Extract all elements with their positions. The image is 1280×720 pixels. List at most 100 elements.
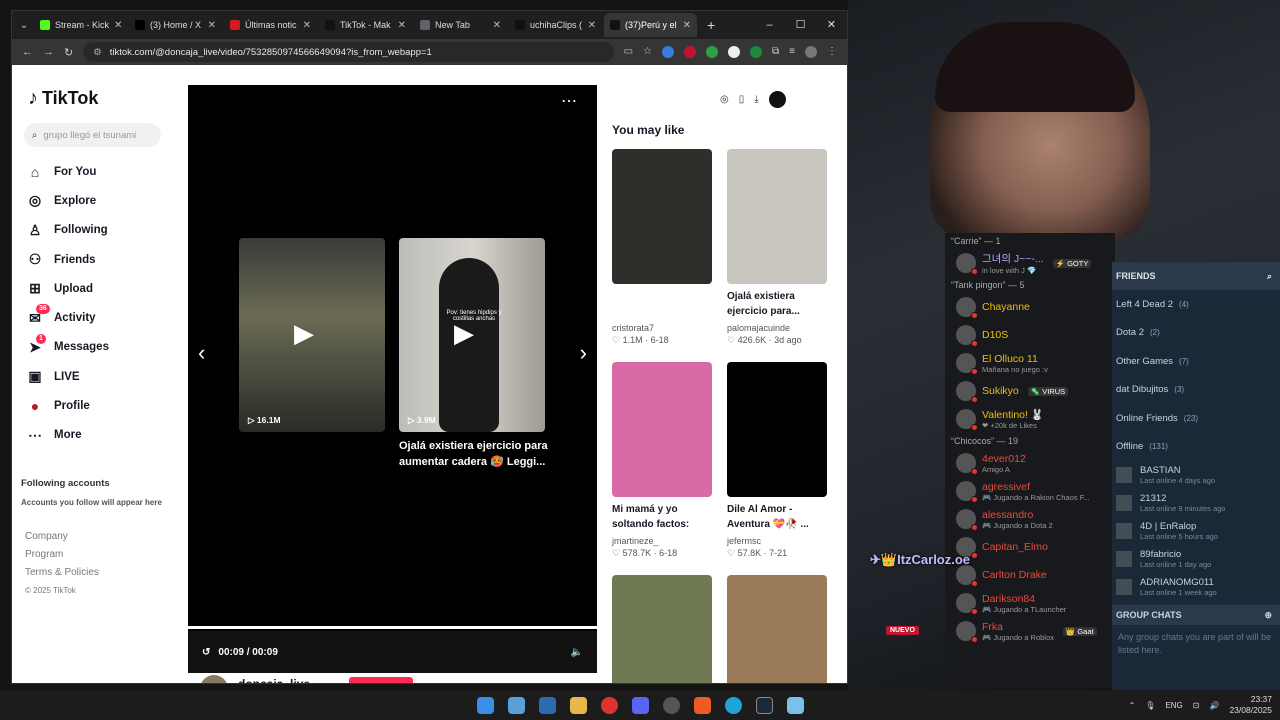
video-player[interactable]: ⋯ ‹ › ▶ ▷ 16.1M Pov: tienes hipdips y co… [188, 85, 597, 662]
footer-program-link[interactable]: Program [25, 546, 99, 564]
coin-icon[interactable]: ◎ [720, 94, 729, 105]
steam-friend-row[interactable]: ADRIANOMG011 Last online 1 week ago [1112, 573, 1280, 601]
windows-start-icon[interactable] [476, 696, 494, 714]
extension-blue-icon[interactable] [662, 46, 675, 58]
tab-close-icon[interactable]: ✕ [398, 20, 406, 31]
minimize-icon[interactable]: – [754, 11, 785, 39]
steam-friend-row[interactable]: BASTIAN Last online 4 days ago [1112, 461, 1280, 489]
tab-close-icon[interactable]: ✕ [493, 20, 501, 31]
extension-green-icon-2[interactable] [750, 46, 763, 58]
extensions-puzzle-icon[interactable]: ⧉ [772, 46, 779, 58]
steam-group-other-games[interactable]: Other Games (7) [1112, 347, 1280, 376]
extension-green-icon[interactable] [706, 46, 719, 58]
footer-terms-link[interactable]: Terms & Policies [25, 564, 99, 582]
video-author[interactable]: jefermsc [727, 536, 827, 546]
video-thumbnail[interactable] [727, 149, 827, 284]
clock[interactable]: 23:37 23/08/2025 [1229, 694, 1272, 716]
tab-close-icon[interactable]: ✕ [208, 20, 216, 31]
recommended-video-card[interactable] [727, 575, 827, 683]
extension-red-icon[interactable] [684, 46, 697, 58]
steam-friend-row[interactable]: 4D | EnRalop Last online 5 hours ago [1112, 517, 1280, 545]
network-icon[interactable]: ⊡ [1193, 701, 1200, 710]
chevron-up-icon[interactable]: ⌃ [1129, 701, 1136, 710]
maximize-icon[interactable]: ☐ [785, 11, 816, 39]
member-row[interactable]: Darikson84 🎮 Jugando a TLauncher [945, 589, 1115, 617]
bookmark-star-icon[interactable]: ☆ [643, 46, 652, 58]
mic-icon[interactable]: 🎙 [1145, 701, 1155, 710]
member-row[interactable]: Capitan_Elmo [945, 533, 1115, 561]
tab-close-icon[interactable]: ✕ [588, 20, 596, 31]
video-thumbnail[interactable] [612, 149, 712, 284]
video-author[interactable]: cristorata7 [612, 323, 712, 333]
related-video-thumb-1[interactable]: ▶ ▷ 16.1M [239, 238, 385, 432]
tab-close-icon[interactable]: ✕ [683, 20, 691, 31]
video-thumbnail[interactable] [612, 575, 712, 683]
progress-bar[interactable] [188, 626, 597, 629]
volume-icon[interactable]: 🔈 [571, 647, 583, 658]
media-player-icon[interactable] [538, 696, 556, 714]
member-row[interactable]: 그녀의 J~~-... in love with J 💎 ⚡ GOTY [945, 249, 1115, 277]
profile-avatar-icon[interactable] [768, 91, 786, 108]
member-row[interactable]: alessandro 🎮 Jugando a Dota 2 [945, 505, 1115, 533]
author-name[interactable]: doncaja_live [238, 677, 310, 683]
recommended-video-card[interactable]: cristorata7 ♡ 1.1M · 6-18 [612, 149, 712, 346]
nav-item-following[interactable]: ♙ Following [26, 216, 176, 245]
replay-icon[interactable]: ↺ [202, 647, 210, 658]
speaker-icon[interactable]: 🔊 [1209, 701, 1219, 710]
menu-icon[interactable]: ⋮ [827, 46, 837, 58]
close-window-icon[interactable]: ✕ [816, 11, 847, 39]
member-row[interactable]: 4ever012 Amigo A [945, 449, 1115, 477]
member-row[interactable]: D10S [945, 321, 1115, 349]
recommended-video-card[interactable]: Ojalá existiera ejercicio para... palomaj… [727, 149, 827, 346]
nav-item-friends[interactable]: ⚇ Friends [26, 245, 176, 274]
recommended-video-card[interactable]: Mi mamá y yo soltando factos: jmartineze_… [612, 362, 712, 559]
prev-arrow-icon[interactable]: ‹ [198, 340, 205, 366]
nav-item-live[interactable]: ▣ LIVE [26, 362, 176, 391]
video-author[interactable]: jmartineze_ [612, 536, 712, 546]
browser-tab[interactable]: uchihaClips (✕ [509, 13, 602, 37]
browser-tab[interactable]: TikTok - Mak ✕ [319, 13, 412, 37]
steam-group-dota-2[interactable]: Dota 2 (2) [1112, 319, 1280, 348]
member-row[interactable]: El Olluco 11 Mañana no juego :v [945, 349, 1115, 377]
nav-item-messages[interactable]: ➤ Messages 1 [26, 333, 176, 362]
steam-group-offline[interactable]: Offline (131) [1112, 433, 1280, 462]
tiktok-logo[interactable]: ♪ TikTok [28, 87, 98, 110]
member-row[interactable]: Chayanne [945, 293, 1115, 321]
cast-icon[interactable]: ▭ [624, 46, 633, 58]
language-indicator[interactable]: ENG [1165, 701, 1182, 710]
edge-icon[interactable] [724, 696, 742, 714]
follow-button[interactable] [349, 677, 413, 683]
video-thumbnail[interactable] [612, 362, 712, 497]
chrome-icon[interactable] [600, 696, 618, 714]
media-icon[interactable]: ≡ [789, 46, 795, 58]
browser-tab[interactable]: (3) Home / X ✕ [129, 13, 222, 37]
browser-tab[interactable]: New Tab ✕ [414, 13, 507, 37]
brave-icon[interactable] [693, 696, 711, 714]
recommended-video-card[interactable]: Dile Al Amor - Aventura 💝🥀 ... jefermsc ♡ … [727, 362, 827, 559]
steam-group-dat-dibujitos[interactable]: dat Dibujitos (3) [1112, 376, 1280, 405]
member-row[interactable]: Sukikyo 🦠 VIRUS [945, 377, 1115, 405]
video-thumbnail[interactable] [727, 575, 827, 683]
nav-item-more[interactable]: ⋯ More [26, 421, 176, 450]
steam-friend-row[interactable]: 21312 Last online 9 minutes ago [1112, 489, 1280, 517]
more-options-icon[interactable]: ⋯ [561, 91, 577, 111]
new-tab-button[interactable]: + [699, 17, 723, 33]
video-author[interactable]: palomajacuinde [727, 323, 827, 333]
discord-icon[interactable] [631, 696, 649, 714]
back-icon[interactable]: ← [22, 46, 33, 58]
site-info-icon[interactable]: ⚙ [93, 47, 102, 58]
member-row[interactable]: Carlton Drake [945, 561, 1115, 589]
photos-icon[interactable] [507, 696, 525, 714]
file-explorer-icon[interactable] [569, 696, 587, 714]
profile-avatar[interactable] [805, 46, 817, 58]
browser-tab[interactable]: Stream - Kick ✕ [34, 13, 127, 37]
obs-icon[interactable] [662, 696, 680, 714]
forward-icon[interactable]: → [43, 46, 54, 58]
steam-icon[interactable] [755, 696, 773, 714]
extension-diamond-icon[interactable] [728, 46, 741, 58]
author-avatar[interactable] [200, 675, 228, 683]
add-group-chat-icon[interactable]: ⊕ [1264, 610, 1272, 621]
steam-group-left-4-dead-2[interactable]: Left 4 Dead 2 (4) [1112, 290, 1280, 319]
steam-group-online-friends[interactable]: Online Friends (23) [1112, 404, 1280, 433]
next-arrow-icon[interactable]: › [580, 340, 587, 366]
